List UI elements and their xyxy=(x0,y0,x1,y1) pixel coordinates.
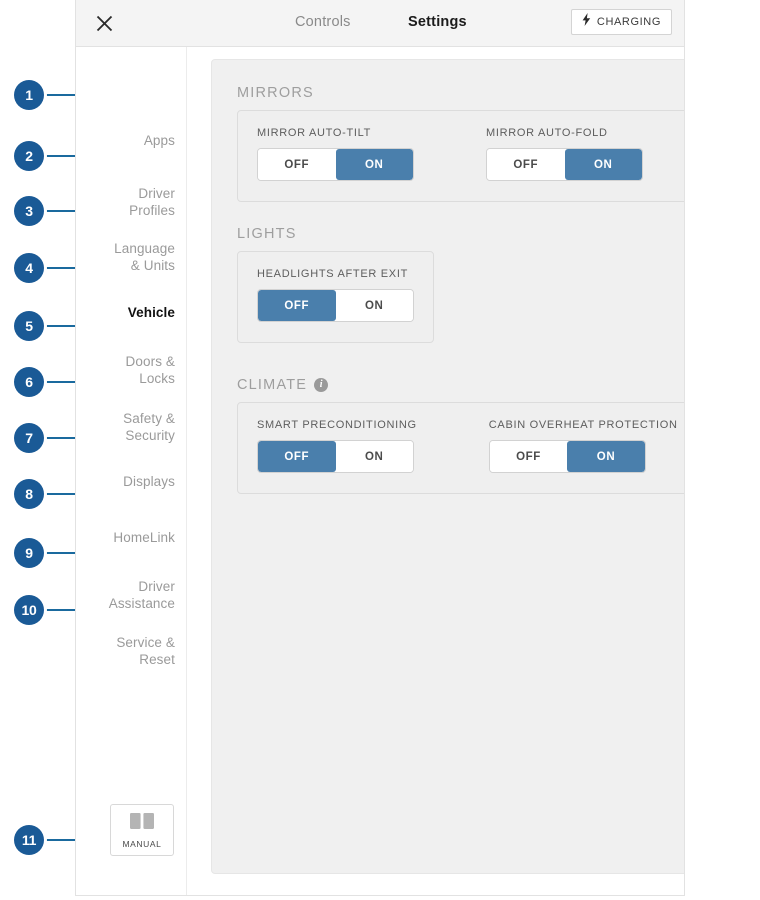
setting-label: SMART PRECONDITIONING xyxy=(257,419,417,431)
window-header: Controls Settings CHARGING xyxy=(76,0,684,47)
sidebar-item-language-units[interactable]: Language & Units xyxy=(76,240,175,274)
sidebar-item-driver-assistance[interactable]: Driver Assistance xyxy=(76,578,175,612)
setting-group: HEADLIGHTS AFTER EXIT OFF ON xyxy=(257,268,414,322)
section-mirrors: MIRRORS MIRROR AUTO-TILT OFF ON MIRROR AUTO-… xyxy=(237,85,684,202)
settings-sidebar: Apps Driver Profiles Language & Units Vehicle… xyxy=(76,47,187,895)
section-climate: CLIMATE i SMART PRECONDITIONING OFF ON CABIN … xyxy=(237,377,684,494)
callout-badge-number: 11 xyxy=(14,825,44,855)
sidebar-item-apps[interactable]: Apps xyxy=(76,132,175,149)
sidebar-item-label: Profiles xyxy=(129,203,175,218)
sidebar-item-safety-security[interactable]: Safety & Security xyxy=(76,410,175,444)
sidebar-item-homelink[interactable]: HomeLink xyxy=(76,529,175,546)
callout-badge-number: 2 xyxy=(14,141,44,171)
sidebar-item-label: Service & xyxy=(116,635,175,650)
toggle-option-on[interactable]: ON xyxy=(335,290,413,321)
section-header: CLIMATE i xyxy=(237,377,684,393)
tab-controls[interactable]: Controls xyxy=(295,14,351,30)
section-header: LIGHTS xyxy=(237,226,684,242)
settings-content: MIRRORS MIRROR AUTO-TILT OFF ON MIRROR AUTO-… xyxy=(187,47,684,895)
sidebar-item-displays[interactable]: Displays xyxy=(76,473,175,490)
sidebar-item-label: Language xyxy=(114,241,175,256)
setting-group: CABIN OVERHEAT PROTECTION OFF ON xyxy=(488,419,678,473)
callout-badge-number: 6 xyxy=(14,367,44,397)
sidebar-item-label: Locks xyxy=(139,371,175,386)
sidebar-item-label: Security xyxy=(125,428,175,443)
callout-badge-number: 9 xyxy=(14,538,44,568)
sidebar-item-label: Apps xyxy=(143,133,175,148)
tab-settings[interactable]: Settings xyxy=(408,14,467,30)
sidebar-item-label: Driver xyxy=(138,186,175,201)
info-icon[interactable]: i xyxy=(314,378,329,392)
toggle-mirror-auto-tilt[interactable]: OFF ON xyxy=(257,148,414,181)
toggle-option-on[interactable]: ON xyxy=(567,441,645,472)
sidebar-item-vehicle[interactable]: Vehicle xyxy=(76,304,175,321)
close-icon[interactable] xyxy=(90,9,118,37)
toggle-option-on[interactable]: ON xyxy=(564,149,642,180)
sidebar-item-label: Vehicle xyxy=(127,305,175,320)
section-header: MIRRORS xyxy=(237,85,684,101)
toggle-option-off[interactable]: OFF xyxy=(487,149,565,180)
sidebar-item-service-reset[interactable]: Service & Reset xyxy=(76,634,175,668)
lightning-bolt-icon xyxy=(582,13,591,31)
window-body: Apps Driver Profiles Language & Units Vehicle… xyxy=(76,47,684,895)
sidebar-item-label: Doors & xyxy=(125,354,175,369)
sidebar-item-label: Driver xyxy=(138,579,175,594)
toggle-option-off[interactable]: OFF xyxy=(489,441,568,472)
sidebar-item-label: Reset xyxy=(139,652,175,667)
section-title: LIGHTS xyxy=(237,226,297,242)
settings-sections: MIRRORS MIRROR AUTO-TILT OFF ON MIRROR AUTO-… xyxy=(237,85,684,494)
callout-badge-number: 8 xyxy=(14,479,44,509)
settings-card: SMART PRECONDITIONING OFF ON CABIN OVERHEAT… xyxy=(237,402,684,494)
section-title: MIRRORS xyxy=(237,85,314,101)
charging-status-button[interactable]: CHARGING xyxy=(570,9,672,35)
settings-card: MIRROR AUTO-TILT OFF ON MIRROR AUTO-FOLD OFF… xyxy=(237,110,684,202)
toggle-option-on[interactable]: ON xyxy=(335,441,413,472)
screenshot-root: 1 2 3 4 5 6 7 8 9 10 11 Controls Settings CHARGING xyxy=(0,0,760,900)
setting-group: MIRROR AUTO-FOLD OFF ON xyxy=(486,127,643,181)
open-book-icon xyxy=(129,811,155,836)
toggle-smart-preconditioning[interactable]: OFF ON xyxy=(257,440,414,473)
toggle-option-on[interactable]: ON xyxy=(335,149,413,180)
callout-badge-number: 10 xyxy=(14,595,44,625)
toggle-option-off[interactable]: OFF xyxy=(258,149,336,180)
sidebar-item-label: Assistance xyxy=(108,596,175,611)
manual-label: MANUAL xyxy=(122,839,162,849)
charging-label: CHARGING xyxy=(596,16,661,28)
sidebar-item-doors-locks[interactable]: Doors & Locks xyxy=(76,353,175,387)
manual-button[interactable]: MANUAL xyxy=(110,804,174,856)
toggle-cabin-overheat-protection[interactable]: OFF ON xyxy=(488,440,646,473)
section-lights: LIGHTS HEADLIGHTS AFTER EXIT OFF ON xyxy=(237,226,684,367)
settings-window: Controls Settings CHARGING Apps Driver Pro… xyxy=(75,0,685,896)
callout-badge-number: 4 xyxy=(14,253,44,283)
toggle-option-off[interactable]: OFF xyxy=(258,441,336,472)
setting-group: MIRROR AUTO-TILT OFF ON xyxy=(257,127,414,181)
setting-label: MIRROR AUTO-FOLD xyxy=(486,127,608,139)
setting-label: CABIN OVERHEAT PROTECTION xyxy=(488,419,678,431)
toggle-mirror-auto-fold[interactable]: OFF ON xyxy=(486,148,643,181)
sidebar-item-driver-profiles[interactable]: Driver Profiles xyxy=(76,185,175,219)
settings-card: HEADLIGHTS AFTER EXIT OFF ON xyxy=(237,251,434,343)
section-title: CLIMATE xyxy=(237,377,308,393)
callout-badge-number: 3 xyxy=(14,196,44,226)
toggle-option-off[interactable]: OFF xyxy=(258,290,336,321)
setting-label: MIRROR AUTO-TILT xyxy=(257,127,372,139)
callout-badge-number: 7 xyxy=(14,423,44,453)
setting-group: SMART PRECONDITIONING OFF ON xyxy=(257,419,417,473)
sidebar-item-label: HomeLink xyxy=(113,530,175,545)
callout-badge-number: 5 xyxy=(14,311,44,341)
settings-content-panel: MIRRORS MIRROR AUTO-TILT OFF ON MIRROR AUTO-… xyxy=(211,59,684,874)
toggle-headlights-after-exit[interactable]: OFF ON xyxy=(257,289,414,322)
setting-label: HEADLIGHTS AFTER EXIT xyxy=(257,268,409,280)
sidebar-item-label: & Units xyxy=(130,258,175,273)
sidebar-item-label: Safety & xyxy=(123,411,175,426)
sidebar-item-label: Displays xyxy=(123,474,175,489)
callout-badge-number: 1 xyxy=(14,80,44,110)
